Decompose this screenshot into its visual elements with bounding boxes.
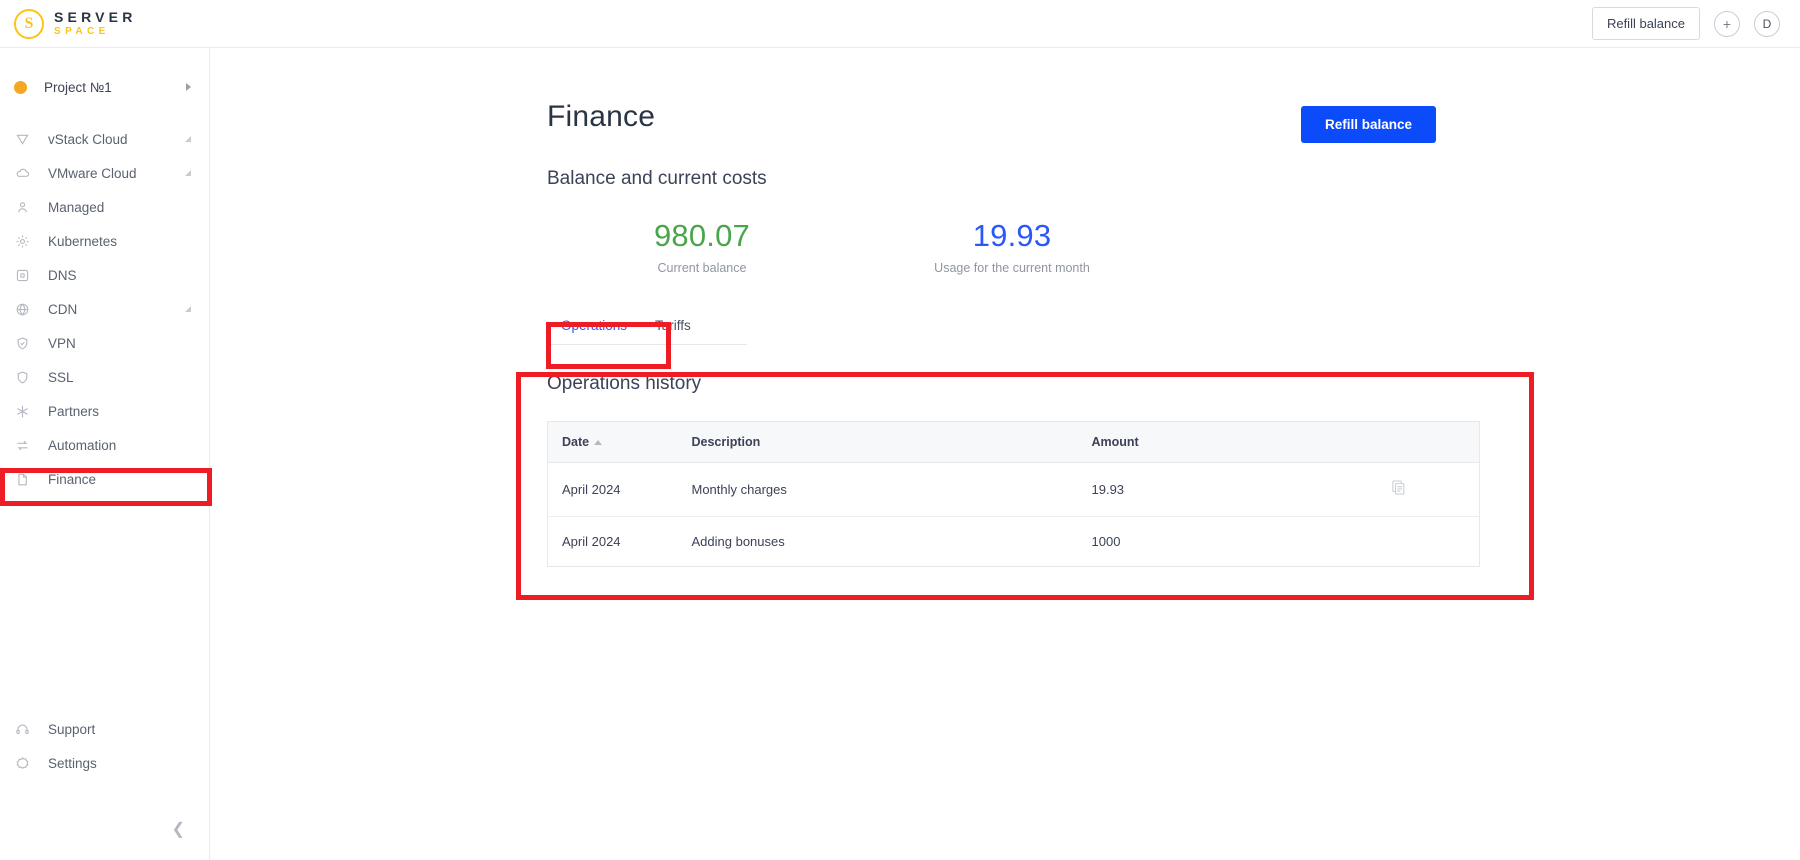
- app-root: S SERVER SPACE Refill balance + D Projec…: [0, 0, 1800, 860]
- refill-balance-button[interactable]: Refill balance: [1300, 106, 1436, 143]
- asterisk-icon: [14, 403, 31, 420]
- operations-table: Date Description Amount April 2024 Month…: [547, 421, 1480, 567]
- section-subtitle: Balance and current costs: [547, 168, 767, 189]
- project-status-dot-icon: [14, 80, 27, 94]
- shield-icon: [14, 369, 31, 386]
- cell-date: April 2024: [547, 462, 678, 517]
- sidebar-item-automation[interactable]: Automation: [0, 428, 209, 462]
- sidebar-item-vstack-cloud[interactable]: vStack Cloud: [0, 122, 209, 156]
- brand-name-bottom: SPACE: [54, 26, 110, 37]
- sidebar-nav: vStack Cloud VMware Cloud Managed Kubern…: [0, 122, 209, 496]
- sidebar-item-finance[interactable]: Finance: [0, 462, 209, 496]
- sidebar-label: vStack Cloud: [48, 131, 128, 147]
- project-label: Project №1: [44, 79, 112, 95]
- chevron-right-icon: [186, 83, 191, 91]
- expand-triangle-icon[interactable]: [185, 170, 191, 176]
- sidebar-item-partners[interactable]: Partners: [0, 394, 209, 428]
- globe-icon: [14, 301, 31, 318]
- settings-icon: [14, 755, 31, 772]
- avatar[interactable]: D: [1754, 10, 1780, 37]
- sidebar-label: Managed: [48, 199, 105, 215]
- column-header-date[interactable]: Date: [547, 421, 678, 463]
- tab-tariffs[interactable]: Tariffs: [641, 308, 705, 344]
- sidebar-label: Partners: [48, 403, 100, 419]
- sidebar-item-dns[interactable]: DNS: [0, 258, 209, 292]
- stat-monthly-usage: 19.93 Usage for the current month: [857, 218, 1167, 275]
- cell-action[interactable]: [1377, 462, 1480, 517]
- brand-name-top: SERVER: [54, 9, 137, 25]
- brand-logo[interactable]: S SERVER SPACE: [0, 8, 137, 39]
- sidebar-item-vmware-cloud[interactable]: VMware Cloud: [0, 156, 209, 190]
- topbar-refill-balance-button[interactable]: Refill balance: [1591, 7, 1700, 40]
- operations-history-title: Operations history: [547, 373, 702, 394]
- cloud-icon: [14, 165, 31, 182]
- sidebar: Project №1 vStack Cloud VMware Cloud Man…: [0, 48, 210, 860]
- documents-icon[interactable]: [1391, 480, 1406, 496]
- expand-triangle-icon[interactable]: [185, 136, 191, 142]
- arrows-swap-icon: [14, 437, 31, 454]
- column-header-date-label: Date: [562, 435, 590, 449]
- sidebar-label: VPN: [48, 335, 76, 351]
- balance-stats: 980.07 Current balance 19.93 Usage for t…: [210, 218, 1800, 275]
- column-header-description[interactable]: Description: [677, 421, 1078, 463]
- sidebar-label: Automation: [48, 437, 117, 453]
- sidebar-label: SSL: [48, 369, 74, 385]
- sidebar-item-kubernetes[interactable]: Kubernetes: [0, 224, 209, 258]
- shield-check-icon: [14, 335, 31, 352]
- sidebar-item-settings[interactable]: Settings: [0, 746, 209, 780]
- sidebar-item-vpn[interactable]: VPN: [0, 326, 209, 360]
- vstack-icon: [14, 131, 31, 148]
- add-button[interactable]: +: [1714, 10, 1740, 37]
- table-row[interactable]: April 2024 Adding bonuses 1000: [548, 517, 1480, 567]
- sort-ascending-icon: [594, 440, 603, 446]
- cell-amount: 19.93: [1077, 462, 1378, 517]
- current-balance-value: 980.07: [653, 218, 751, 253]
- sidebar-label: Finance: [48, 471, 97, 487]
- monthly-usage-value: 19.93: [972, 218, 1052, 253]
- cell-action: [1378, 517, 1480, 567]
- logo-mark-icon: S: [14, 8, 44, 39]
- sidebar-item-cdn[interactable]: CDN: [0, 292, 209, 326]
- cell-description: Monthly charges: [677, 462, 1078, 517]
- sidebar-item-ssl[interactable]: SSL: [0, 360, 209, 394]
- sidebar-label: VMware Cloud: [48, 165, 137, 181]
- table-body: April 2024 Monthly charges 19.93 April 2…: [547, 462, 1480, 567]
- monthly-usage-label: Usage for the current month: [934, 261, 1090, 275]
- stat-current-balance: 980.07 Current balance: [547, 218, 857, 275]
- sidebar-label: CDN: [48, 301, 78, 317]
- sidebar-label: Settings: [48, 755, 97, 771]
- sidebar-label: Support: [48, 721, 96, 737]
- gear-icon: [14, 233, 31, 250]
- current-balance-label: Current balance: [657, 261, 747, 275]
- top-bar: S SERVER SPACE Refill balance + D: [0, 0, 1800, 48]
- sidebar-label: DNS: [48, 267, 77, 283]
- sidebar-bottom-nav: Support Settings: [0, 712, 209, 780]
- sidebar-project-selector[interactable]: Project №1: [0, 65, 209, 109]
- table-row[interactable]: April 2024 Monthly charges 19.93: [547, 462, 1480, 517]
- operations-history-card: Operations history Date Description Amou…: [547, 373, 1480, 567]
- column-header-amount[interactable]: Amount: [1077, 421, 1378, 463]
- main-content: Finance Refill balance Balance and curre…: [210, 48, 1800, 860]
- page-title: Finance: [547, 100, 656, 133]
- sidebar-label: Kubernetes: [48, 233, 118, 249]
- sidebar-item-managed[interactable]: Managed: [0, 190, 209, 224]
- document-icon: [14, 471, 31, 488]
- column-header-action: [1377, 421, 1480, 463]
- user-lock-icon: [14, 199, 31, 216]
- page-header: Finance Refill balance: [210, 48, 1800, 143]
- top-bar-actions: Refill balance + D: [1591, 7, 1800, 40]
- dns-box-icon: [14, 267, 31, 284]
- chevron-left-icon[interactable]: ❮: [172, 822, 185, 838]
- headset-icon: [14, 721, 31, 738]
- finance-tabs: Operations Tariffs: [547, 308, 747, 345]
- table-header-row: Date Description Amount: [547, 421, 1480, 463]
- cell-description: Adding bonuses: [691, 534, 785, 549]
- table-header: Date Description Amount: [547, 421, 1480, 463]
- cell-date: April 2024: [562, 534, 621, 549]
- tab-operations[interactable]: Operations: [547, 308, 641, 344]
- brand-wordmark: SERVER SPACE: [54, 10, 137, 37]
- expand-triangle-icon[interactable]: [185, 306, 191, 312]
- cell-amount: 1000: [1091, 534, 1121, 549]
- sidebar-item-support[interactable]: Support: [0, 712, 209, 746]
